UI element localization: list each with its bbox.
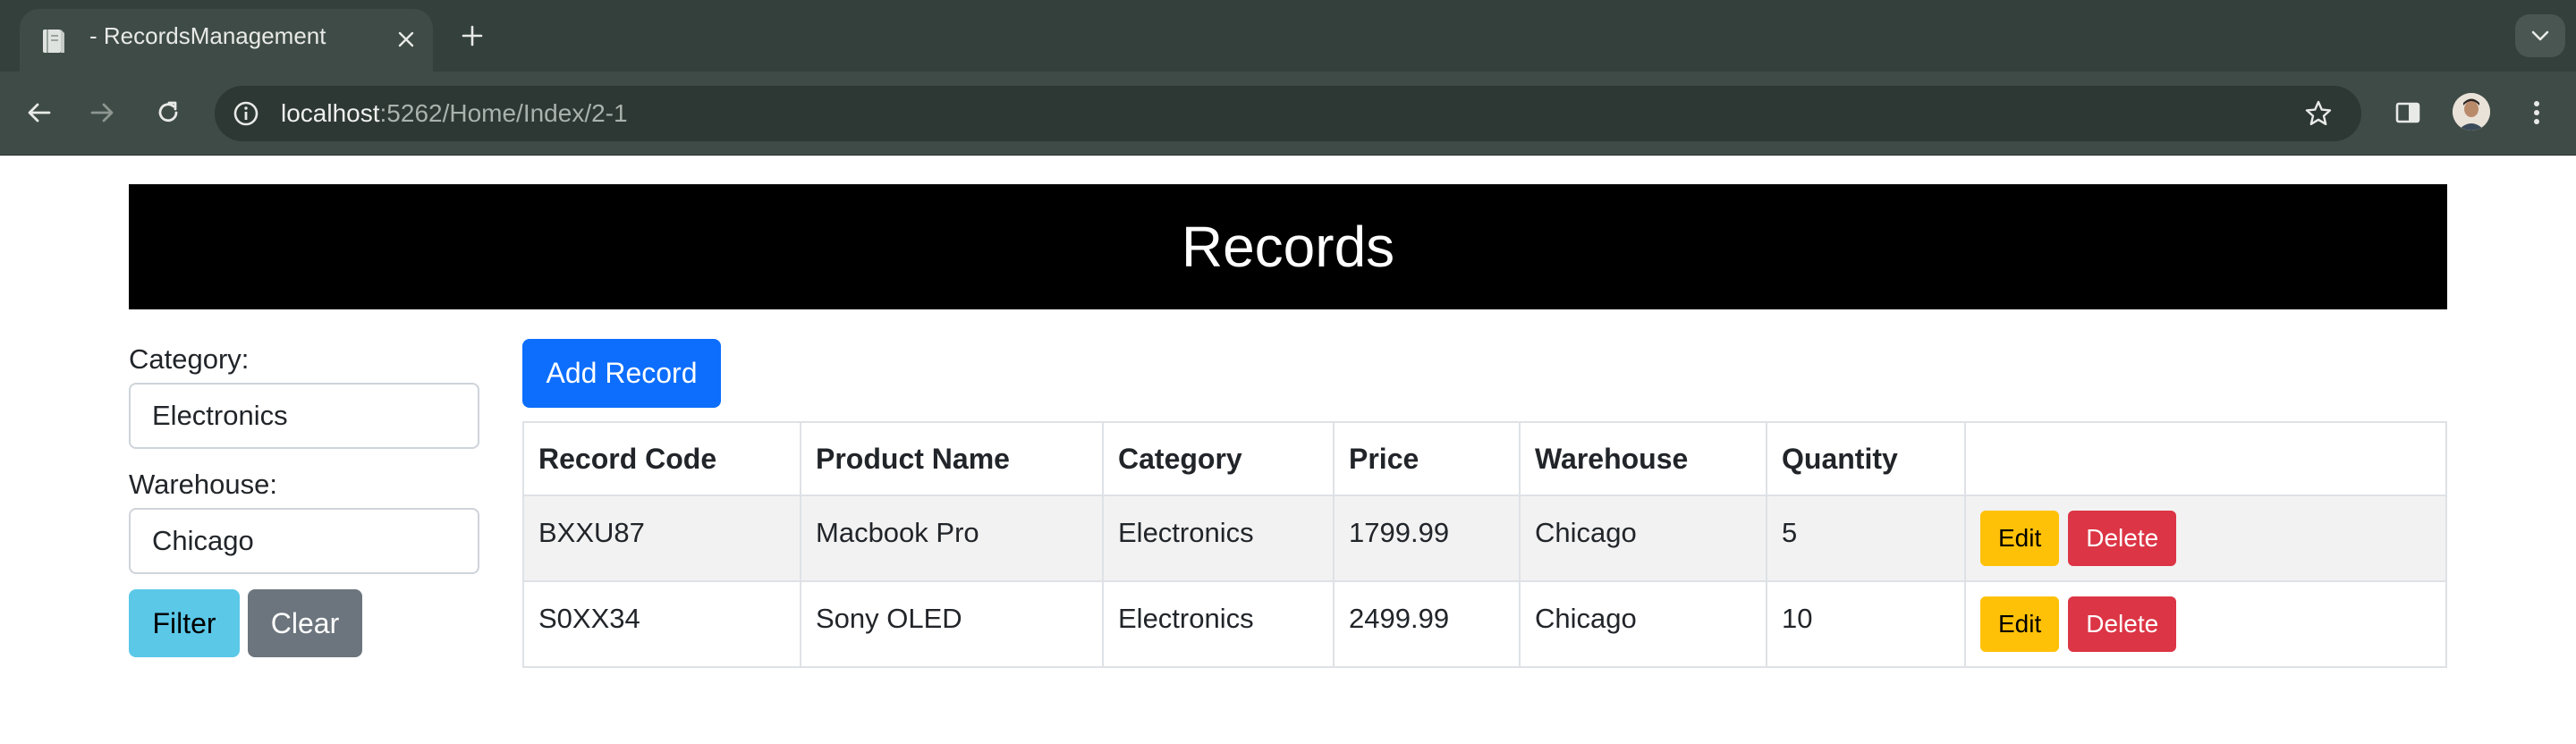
row-actions: Edit Delete (1980, 596, 2431, 652)
cell-category: Electronics (1102, 580, 1335, 668)
cell-product-name: Macbook Pro (800, 495, 1104, 582)
column-header-actions (1964, 421, 2447, 496)
warehouse-input[interactable]: Chicago (129, 508, 479, 574)
delete-button[interactable]: Delete (2068, 596, 2177, 652)
quantity: 5 (1782, 517, 1798, 548)
side-panel-icon[interactable] (2388, 93, 2428, 132)
category: Electronics (1118, 603, 1254, 634)
column-header-product-name: Product Name (800, 421, 1104, 496)
address-bar[interactable]: localhost:5262/Home/Index/2-1 (215, 86, 2361, 141)
table-row: BXXU87 Macbook Pro Electronics 1799.99 C… (522, 495, 2447, 582)
cell-price: 2499.99 (1333, 580, 1521, 668)
document-icon (39, 27, 68, 55)
cell-product-name: Sony OLED (800, 580, 1104, 668)
url-host: localhost (281, 99, 380, 127)
cell-category: Electronics (1102, 495, 1335, 582)
plus-icon[interactable] (454, 18, 490, 54)
cell-warehouse: Chicago (1519, 495, 1767, 582)
column-header-warehouse: Warehouse (1519, 421, 1767, 496)
browser-toolbar: localhost:5262/Home/Index/2-1 (0, 72, 2576, 156)
close-icon[interactable] (390, 23, 422, 55)
cell-quantity: 5 (1766, 495, 1966, 582)
record-code: S0XX34 (538, 603, 640, 634)
cell-quantity: 10 (1766, 580, 1966, 668)
category-input[interactable]: Electronics (129, 383, 479, 449)
cell-actions: Edit Delete (1964, 495, 2447, 582)
forward-arrow-icon[interactable] (80, 91, 123, 134)
cell-warehouse: Chicago (1519, 580, 1767, 668)
warehouse-label: Warehouse: (129, 469, 277, 500)
warehouse: Chicago (1535, 517, 1637, 548)
edit-button[interactable]: Edit (1980, 511, 2060, 566)
tab-strip: - RecordsManagement (0, 0, 2576, 72)
price: 1799.99 (1349, 517, 1450, 548)
record-code: BXXU87 (538, 517, 645, 548)
url-text[interactable]: localhost:5262/Home/Index/2-1 (281, 86, 628, 141)
add-record-button[interactable]: Add Record (522, 339, 721, 408)
column-header-category: Category (1102, 421, 1335, 496)
column-header-quantity: Quantity (1766, 421, 1966, 496)
star-icon[interactable] (2301, 96, 2336, 131)
category-label: Category: (129, 343, 250, 375)
table-row: S0XX34 Sony OLED Electronics 2499.99 Chi… (522, 580, 2447, 668)
more-vert-icon[interactable] (2517, 93, 2556, 132)
site-info-icon[interactable] (227, 95, 265, 132)
cell-price: 1799.99 (1333, 495, 1521, 582)
price: 2499.99 (1349, 603, 1450, 634)
quantity: 10 (1782, 603, 1813, 634)
cell-record-code: BXXU87 (522, 495, 801, 582)
filter-button[interactable]: Filter (129, 589, 240, 657)
edit-button[interactable]: Edit (1980, 596, 2060, 652)
records-table: Record Code Product Name Category Price … (522, 421, 2447, 668)
product-name: Sony OLED (816, 603, 962, 634)
back-arrow-icon[interactable] (18, 91, 61, 134)
url-path: :5262/Home/Index/2-1 (379, 99, 628, 127)
cell-record-code: S0XX34 (522, 580, 801, 668)
cell-actions: Edit Delete (1964, 580, 2447, 668)
table-header-row: Record Code Product Name Category Price … (522, 421, 2447, 496)
column-header-price: Price (1333, 421, 1521, 496)
product-name: Macbook Pro (816, 517, 979, 548)
browser-tab[interactable]: - RecordsManagement (20, 9, 433, 72)
category: Electronics (1118, 517, 1254, 548)
warehouse: Chicago (1535, 603, 1637, 634)
reload-icon[interactable] (147, 91, 190, 134)
delete-button[interactable]: Delete (2068, 511, 2177, 566)
chevron-down-icon[interactable] (2515, 14, 2565, 57)
row-actions: Edit Delete (1980, 511, 2431, 566)
clear-button[interactable]: Clear (248, 589, 362, 657)
column-header-record-code: Record Code (522, 421, 801, 496)
page-title: Records (129, 184, 2447, 309)
avatar[interactable] (2453, 93, 2490, 131)
tab-title: - RecordsManagement (89, 22, 326, 49)
